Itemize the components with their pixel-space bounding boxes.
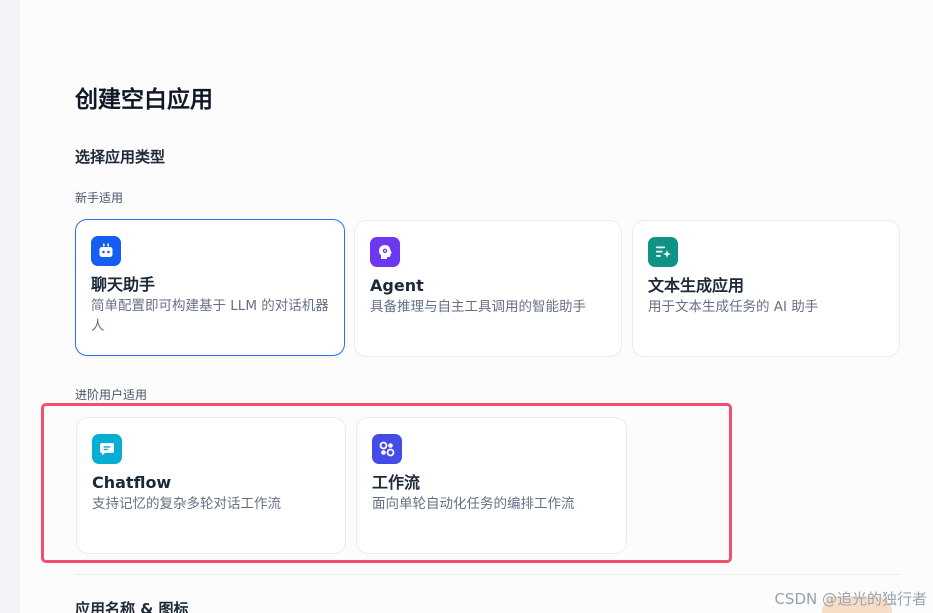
annotation-highlight-box bbox=[41, 403, 732, 563]
beginner-group-label: 新手适用 bbox=[75, 191, 124, 205]
card-description: 用于文本生成任务的 AI 助手 bbox=[648, 299, 819, 315]
page-title: 创建空白应用 bbox=[75, 87, 213, 113]
card-title: 聊天助手 bbox=[91, 275, 156, 294]
app-type-card-chatbot[interactable]: 聊天助手 简单配置即可构建基于 LLM 的对话机器人 bbox=[75, 219, 345, 356]
app-type-card-text-generation[interactable]: 文本生成应用 用于文本生成任务的 AI 助手 bbox=[632, 220, 900, 357]
app-name-icon-section-title: 应用名称 & 图标 bbox=[75, 600, 189, 613]
text-sparkle-icon bbox=[648, 237, 678, 267]
card-description: 简单配置即可构建基于 LLM 的对话机器人 bbox=[91, 298, 329, 334]
app-type-card-agent[interactable]: Agent 具备推理与自主工具调用的智能助手 bbox=[354, 220, 622, 357]
sidebar-strip bbox=[0, 0, 20, 613]
app-type-section-title: 选择应用类型 bbox=[75, 148, 166, 166]
robot-icon bbox=[91, 236, 121, 266]
watermark-text: CSDN @追光的独行者 bbox=[774, 590, 927, 608]
agent-brain-icon bbox=[370, 237, 400, 267]
create-app-panel: 创建空白应用 选择应用类型 新手适用 聊天助手 简单配置即可构建基于 LLM 的… bbox=[20, 0, 933, 613]
card-description: 具备推理与自主工具调用的智能助手 bbox=[370, 299, 586, 315]
card-title: Agent bbox=[370, 276, 424, 295]
section-divider bbox=[75, 574, 900, 575]
advanced-group-label: 进阶用户适用 bbox=[75, 388, 148, 402]
card-title: 文本生成应用 bbox=[648, 276, 745, 295]
